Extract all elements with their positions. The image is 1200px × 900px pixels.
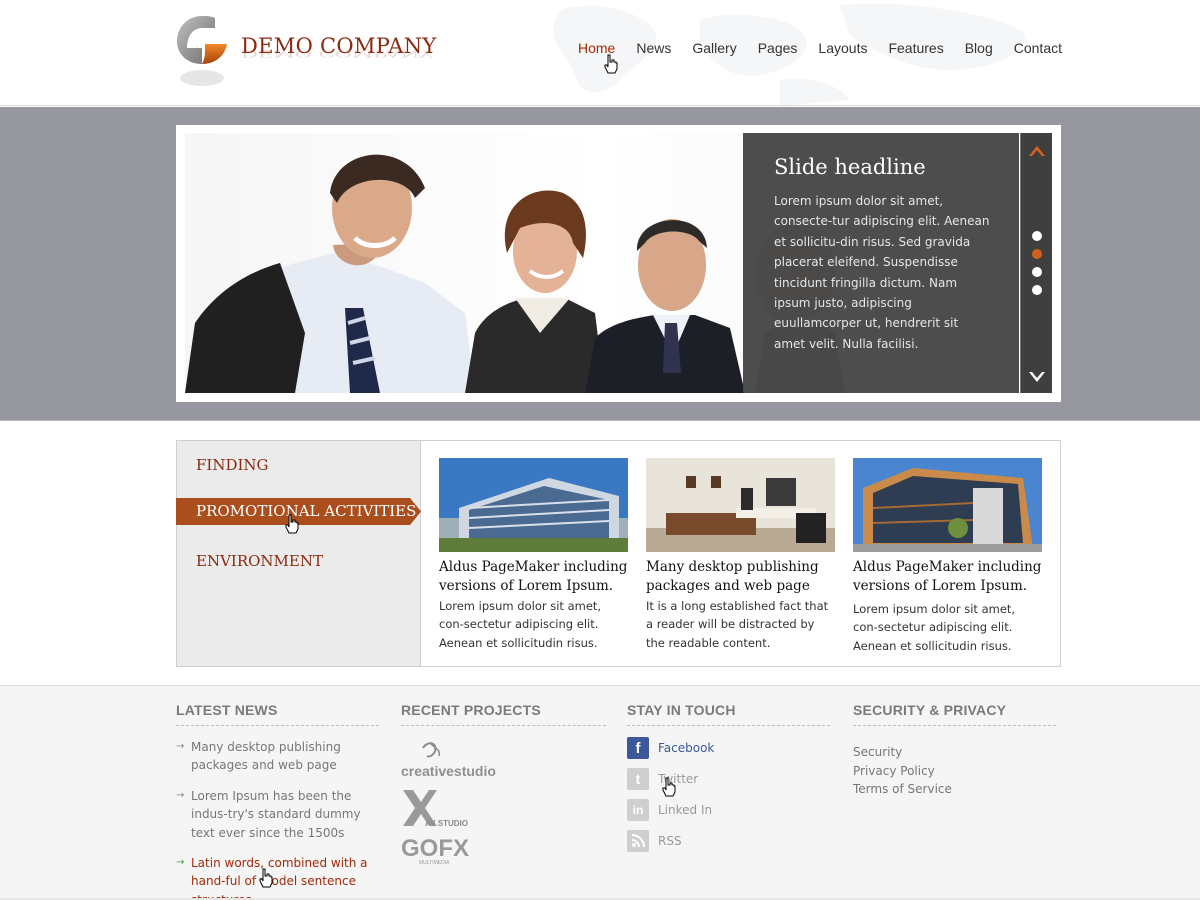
feature-card: Aldus PageMaker including versions of Lo… [853,458,1043,655]
arrow-bullet-icon: → [176,741,185,752]
gofx-logo-text: GOFX [401,835,469,862]
nav-layouts[interactable]: Layouts [818,40,867,56]
nav-blog[interactable]: Blog [965,40,993,56]
card-image[interactable] [646,458,835,552]
gofx-logo[interactable]: GOFX MULTIMEDIA [401,832,471,866]
slider: Slide headline Lorem ipsum dolor sit ame… [176,125,1061,402]
company-logo[interactable]: DEMO COMPANY DEMO COMPANY [175,14,465,94]
nav-contact[interactable]: Contact [1014,40,1062,56]
slider-controls [1020,133,1052,393]
link-terms-of-service[interactable]: Terms of Service [853,780,1056,799]
footer-stay-in-touch: STAY IN TOUCH f Facebook t Twitter in Li… [627,702,830,852]
brand-name-reflection: DEMO COMPANY [241,48,433,59]
link-security[interactable]: Security [853,743,1056,762]
social-label: Linked In [658,803,713,817]
news-item[interactable]: → Latin words, combined with a hand-ful … [176,854,381,900]
social-label: Facebook [658,741,715,755]
feature-box: FINDING PROMOTIONAL ACTIVITIES ENVIRONME… [176,440,1061,667]
av-studio-logo[interactable]: AV STUDIO [401,788,471,830]
logo-mark-icon [177,16,227,86]
card-image[interactable] [853,458,1042,552]
footer-recent-projects: RECENT PROJECTS creativestudio AV STUDIO… [401,702,606,866]
creativestudio-logo[interactable]: creativestudio [401,740,501,782]
hand-cursor-icon [259,868,273,888]
chevron-up-icon[interactable] [1027,142,1047,158]
news-item-text: Many desktop publishing packages and web… [191,740,341,773]
hand-cursor-icon [662,777,676,797]
footer-heading: RECENT PROJECTS [401,702,606,726]
social-rss[interactable]: RSS [627,830,830,852]
main-nav: Home News Gallery Pages Layouts Features… [557,40,1062,56]
twitter-icon: t [627,768,649,790]
nav-pages[interactable]: Pages [758,40,798,56]
sidebar-item-finding[interactable]: FINDING [196,456,269,474]
sidebar-item-environment[interactable]: ENVIRONMENT [196,552,323,570]
slide-headline: Slide headline [774,155,926,179]
hand-cursor-icon [285,514,299,534]
social-twitter[interactable]: t Twitter [627,768,830,790]
footer-heading: STAY IN TOUCH [627,702,830,726]
social-facebook[interactable]: f Facebook [627,737,830,759]
security-links: Security Privacy Policy Terms of Service [853,743,1056,799]
feature-card: Aldus PageMaker including versions of Lo… [439,458,629,652]
slide-dot-1[interactable] [1032,231,1042,241]
category-sidebar: FINDING PROMOTIONAL ACTIVITIES ENVIRONME… [176,441,421,666]
office-building-image [439,458,628,552]
nav-features[interactable]: Features [888,40,943,56]
social-label: RSS [658,834,682,848]
facebook-icon: f [627,737,649,759]
news-item[interactable]: → Lorem Ipsum has been the indus-try's s… [176,787,381,842]
chevron-down-icon[interactable] [1027,370,1047,386]
site-header: DEMO COMPANY DEMO COMPANY Home News Gall… [0,0,1200,106]
footer-heading: SECURITY & PRIVACY [853,702,1056,726]
card-title[interactable]: Aldus PageMaker including versions of Lo… [439,558,629,596]
news-item-text: Lorem Ipsum has been the indus-try's sta… [191,788,361,840]
sidebar-item-label: PROMOTIONAL ACTIVITIES [196,502,417,520]
slide-dot-4[interactable] [1032,285,1042,295]
card-image[interactable] [439,458,628,552]
slide-dot-2[interactable] [1032,249,1042,259]
slide-text: Lorem ipsum dolor sit amet, consecte-tur… [774,194,990,351]
card-text: Lorem ipsum dolor sit amet, con-sectetur… [853,602,1016,653]
nav-news[interactable]: News [636,40,671,56]
creativestudio-logo-text: creativestudio [401,763,496,779]
arrow-bullet-icon: → [176,857,185,869]
news-item[interactable]: → Many desktop publishing packages and w… [176,738,381,775]
slider-band: Slide headline Lorem ipsum dolor sit ame… [0,107,1200,421]
modern-building-image [853,458,1042,552]
news-item-text: Latin words, combined with a hand-ful of… [191,856,368,900]
site-footer: LATEST NEWS → Many desktop publishing pa… [0,685,1200,900]
feature-card: Many desktop publishing packages and web… [646,458,836,652]
multimedia-logo-text: MULTIMEDIA [419,860,450,866]
link-privacy-policy[interactable]: Privacy Policy [853,762,1056,781]
slide-dot-3[interactable] [1032,267,1042,277]
av-studio-logo-text: AV STUDIO [425,819,468,828]
card-title[interactable]: Aldus PageMaker including versions of Lo… [853,558,1043,596]
social-linkedin[interactable]: in Linked In [627,799,830,821]
card-text: It is a long established fact that a rea… [646,599,829,650]
rss-icon [627,830,649,852]
footer-latest-news: LATEST NEWS → Many desktop publishing pa… [176,702,381,900]
hand-cursor-icon [604,54,618,74]
card-title[interactable]: Many desktop publishing packages and web… [646,558,836,596]
card-text: Lorem ipsum dolor sit amet, con-sectetur… [439,599,602,650]
slide-pagination [1032,231,1042,303]
slide-caption: Slide headline Lorem ipsum dolor sit ame… [743,133,1019,393]
footer-security-privacy: SECURITY & PRIVACY Security Privacy Poli… [853,702,1056,799]
arrow-bullet-icon: → [176,789,185,801]
linkedin-icon: in [627,799,649,821]
footer-heading: LATEST NEWS [176,702,379,726]
office-interior-image [646,458,835,552]
nav-gallery[interactable]: Gallery [692,40,736,56]
